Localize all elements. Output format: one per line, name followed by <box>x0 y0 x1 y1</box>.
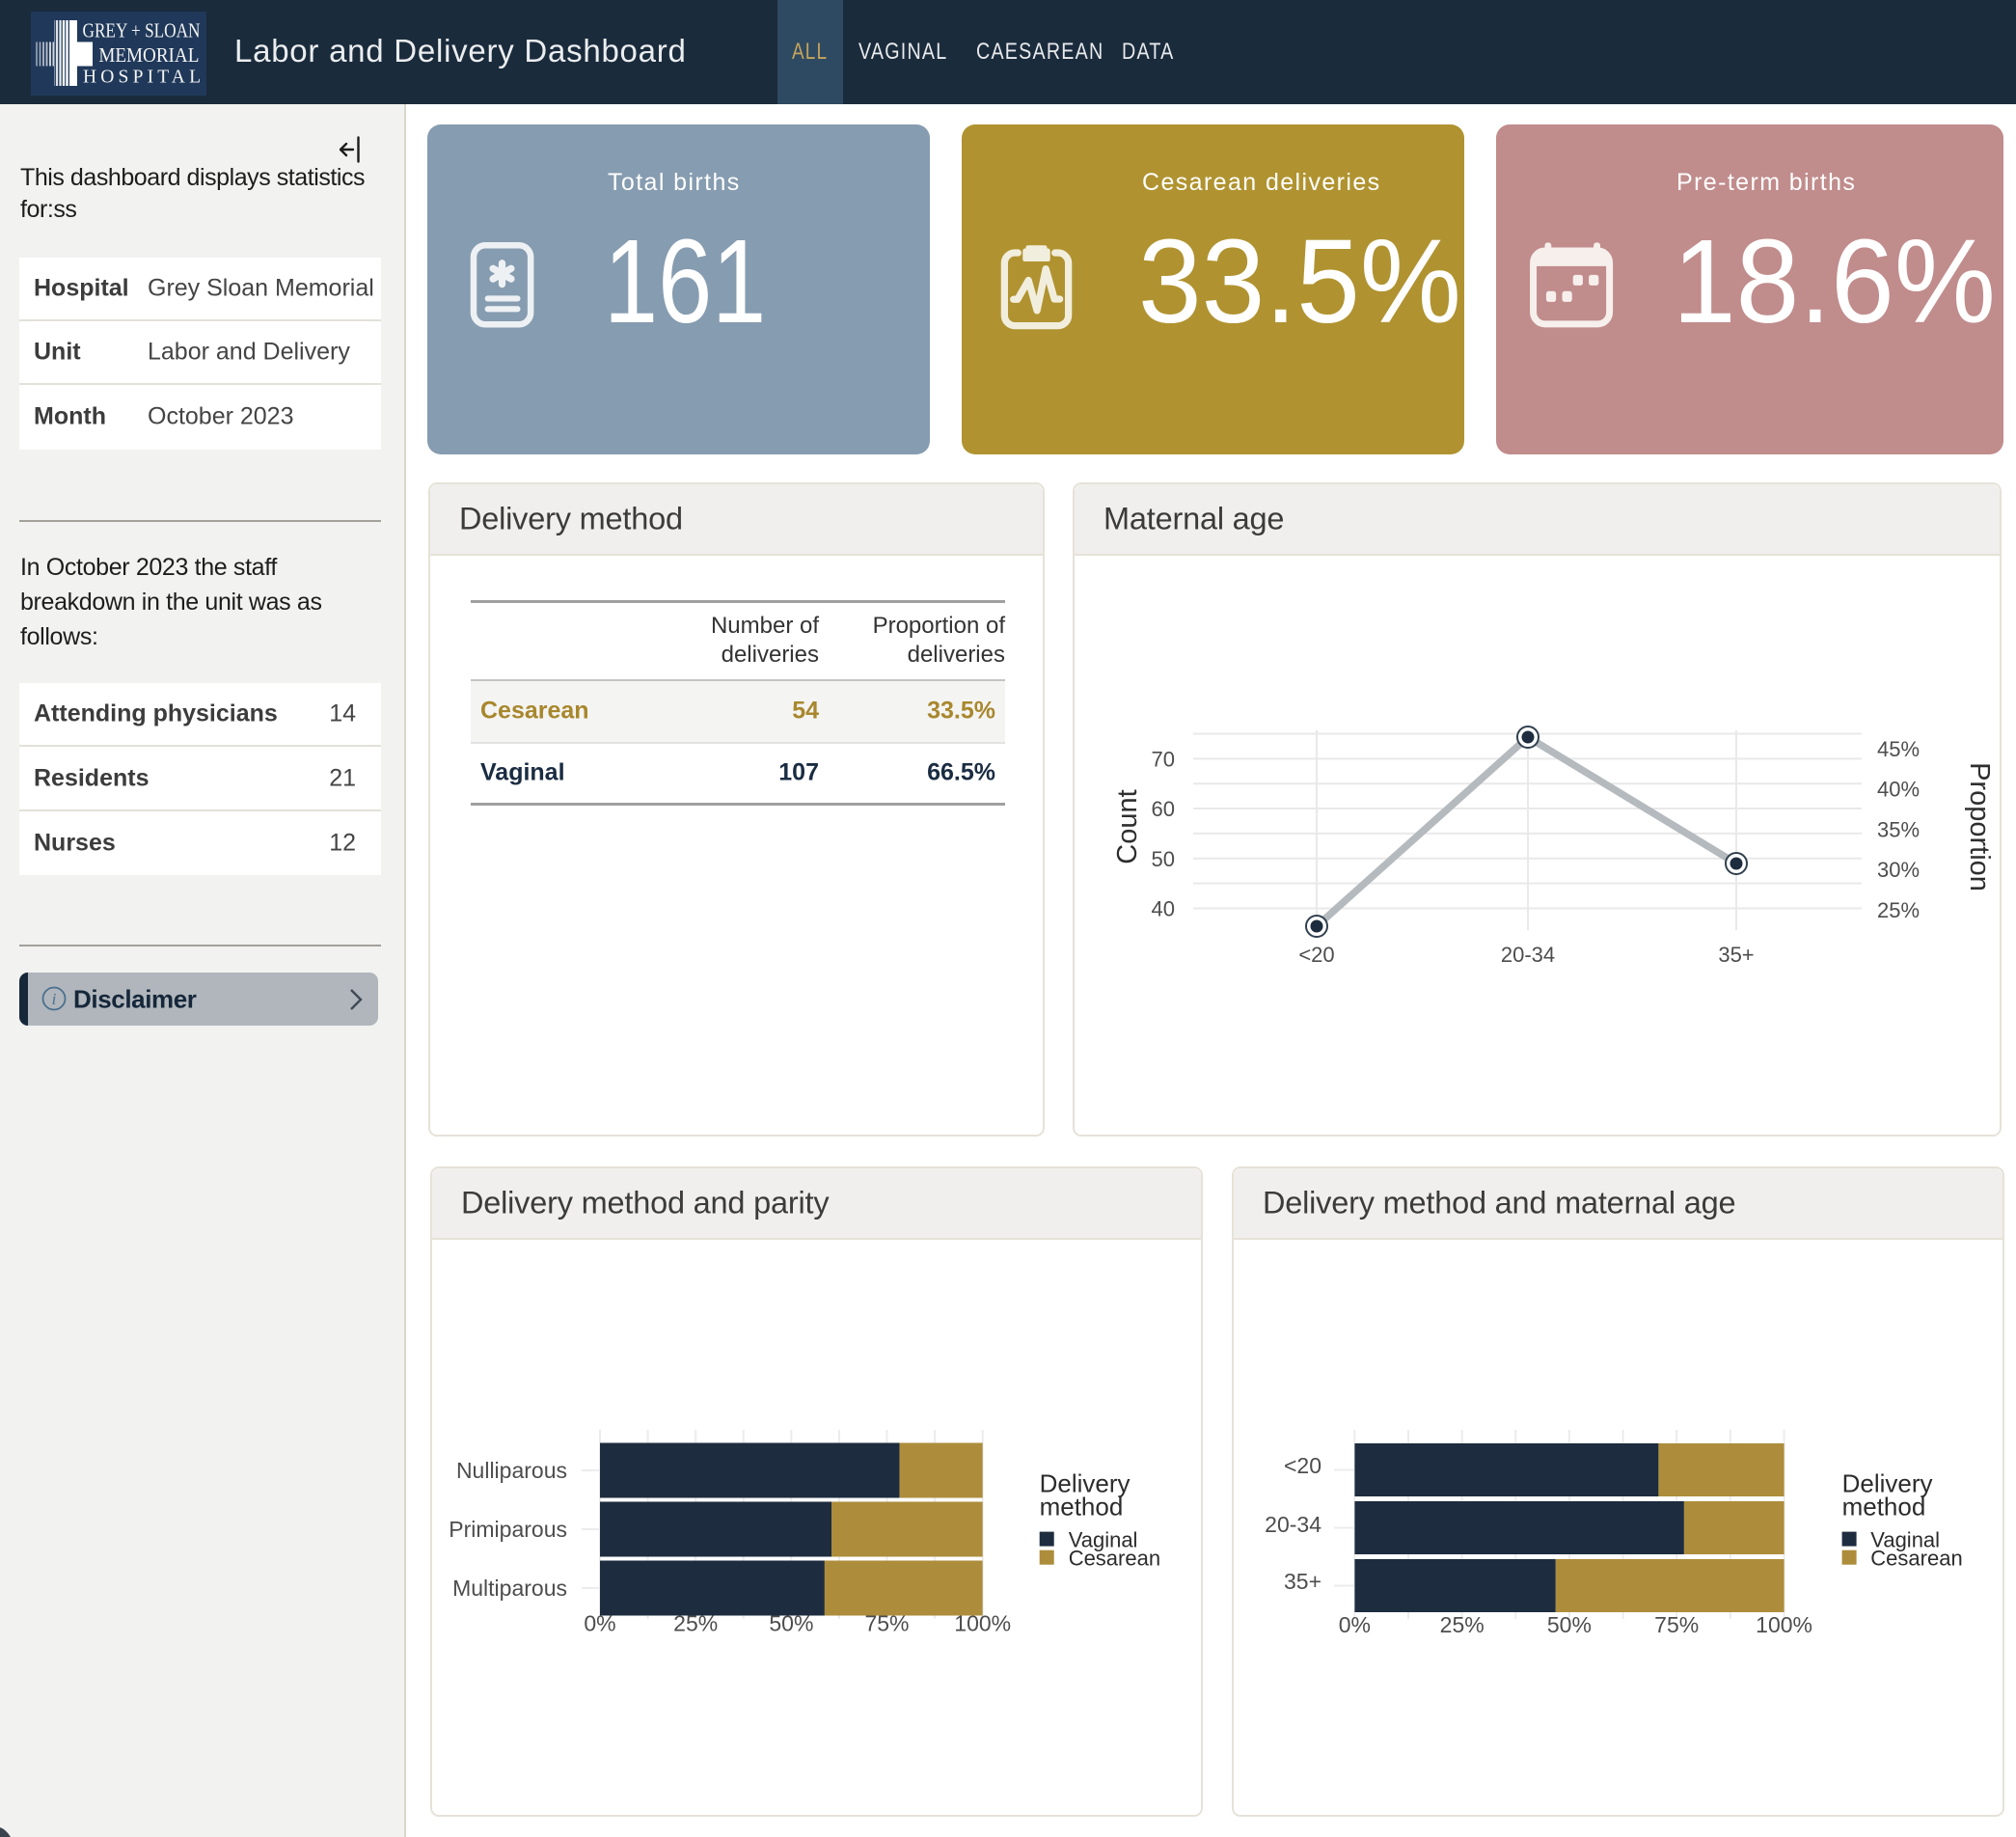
svg-text:75%: 75% <box>1654 1612 1699 1637</box>
svg-text:35%: 35% <box>1877 818 1920 842</box>
svg-text:Multiparous: Multiparous <box>452 1576 567 1601</box>
svg-text:Cesarean: Cesarean <box>1069 1547 1160 1571</box>
svg-text:30%: 30% <box>1877 858 1920 882</box>
svg-text:25%: 25% <box>1877 898 1920 922</box>
svg-text:50%: 50% <box>1547 1612 1592 1637</box>
svg-text:40%: 40% <box>1877 778 1920 802</box>
svg-text:20-34: 20-34 <box>1501 943 1555 967</box>
svg-text:0%: 0% <box>1339 1612 1371 1637</box>
svg-text:Primiparous: Primiparous <box>449 1517 567 1542</box>
svg-text:method: method <box>1842 1493 1926 1522</box>
svg-text:<20: <20 <box>1284 1453 1321 1478</box>
svg-text:100%: 100% <box>954 1611 1011 1636</box>
svg-text:0%: 0% <box>584 1611 615 1636</box>
svg-text:Cesarean: Cesarean <box>1870 1547 1962 1571</box>
svg-text:25%: 25% <box>1440 1612 1485 1637</box>
svg-text:45%: 45% <box>1877 737 1920 761</box>
svg-text:Nulliparous: Nulliparous <box>456 1458 567 1483</box>
svg-text:Proportion: Proportion <box>1964 762 1995 891</box>
svg-text:100%: 100% <box>1756 1612 1812 1637</box>
svg-text:75%: 75% <box>864 1611 909 1636</box>
svg-text:Count: Count <box>1112 789 1143 864</box>
svg-text:70: 70 <box>1152 747 1175 771</box>
svg-text:<20: <20 <box>1298 943 1334 967</box>
svg-text:50%: 50% <box>769 1611 813 1636</box>
svg-text:GREY + SLOAN: GREY + SLOAN <box>83 19 201 42</box>
svg-text:i: i <box>52 990 57 1008</box>
svg-text:50: 50 <box>1152 847 1175 871</box>
svg-text:35+: 35+ <box>1284 1569 1321 1594</box>
svg-text:method: method <box>1040 1493 1124 1522</box>
svg-text:40: 40 <box>1152 896 1175 920</box>
svg-text:HOSPITAL: HOSPITAL <box>83 68 201 88</box>
svg-text:20-34: 20-34 <box>1265 1512 1321 1537</box>
svg-text:60: 60 <box>1152 797 1175 821</box>
svg-text:MEMORIAL: MEMORIAL <box>98 43 199 67</box>
svg-text:35+: 35+ <box>1718 943 1754 967</box>
svg-text:25%: 25% <box>673 1611 718 1636</box>
